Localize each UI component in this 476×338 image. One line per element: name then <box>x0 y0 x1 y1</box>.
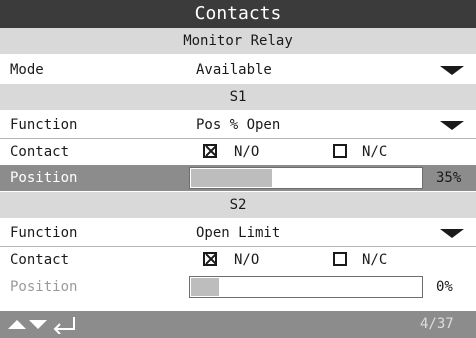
s2-nc-label: N/C <box>362 252 388 268</box>
contacts-screen: Contacts Monitor Relay Mode Available S1… <box>0 0 476 338</box>
s1-function-label: Function <box>10 117 78 133</box>
up-arrow-icon[interactable] <box>8 320 26 329</box>
s1-nc-checkbox[interactable] <box>333 144 347 158</box>
s2-position-percent: 0% <box>436 279 453 295</box>
s1-no-label: N/O <box>234 144 260 160</box>
s1-position-bar-fill <box>191 169 272 187</box>
page-indicator: 4/37 <box>420 316 454 332</box>
s1-contact-label: Contact <box>10 144 70 160</box>
s2-nc-checkbox[interactable] <box>333 252 347 266</box>
section-header-monitor-relay: Monitor Relay <box>0 28 476 54</box>
mode-label: Mode <box>10 62 44 78</box>
s2-position-bar-fill <box>191 278 219 296</box>
chevron-down-icon[interactable] <box>440 66 464 75</box>
chevron-down-icon[interactable] <box>440 229 464 238</box>
section-header-s1: S1 <box>0 84 476 110</box>
s2-function-value[interactable]: Open Limit <box>196 220 280 246</box>
s2-position-row: Position 0% <box>0 274 476 300</box>
s1-no-checkbox[interactable] <box>203 144 217 158</box>
s1-nc-label: N/C <box>362 144 388 160</box>
s2-no-label: N/O <box>234 252 260 268</box>
mode-value[interactable]: Available <box>196 57 272 83</box>
s2-function-label: Function <box>10 225 78 241</box>
chevron-down-icon[interactable] <box>440 121 464 130</box>
s1-position-row: Position 35% <box>0 165 476 191</box>
mode-row[interactable]: Mode Available <box>0 57 476 83</box>
s2-no-checkbox[interactable] <box>203 252 217 266</box>
footer-nav-bar: 4/37 <box>0 311 476 338</box>
s1-position-label: Position <box>10 170 78 186</box>
s1-contact-row: Contact N/O N/C <box>0 139 476 165</box>
enter-icon[interactable] <box>52 316 78 334</box>
s2-contact-row: Contact N/O N/C <box>0 247 476 273</box>
s2-position-label: Position <box>10 279 78 295</box>
s1-function-value[interactable]: Pos % Open <box>196 112 280 138</box>
down-arrow-icon[interactable] <box>29 320 47 329</box>
section-header-s2: S2 <box>0 192 476 218</box>
s1-position-bar <box>189 167 423 189</box>
s2-contact-label: Contact <box>10 252 70 268</box>
s2-function-row[interactable]: Function Open Limit <box>0 220 476 246</box>
s2-position-bar <box>189 276 423 298</box>
s1-position-percent: 35% <box>436 170 462 186</box>
s1-function-row[interactable]: Function Pos % Open <box>0 112 476 138</box>
page-title: Contacts <box>0 0 476 28</box>
